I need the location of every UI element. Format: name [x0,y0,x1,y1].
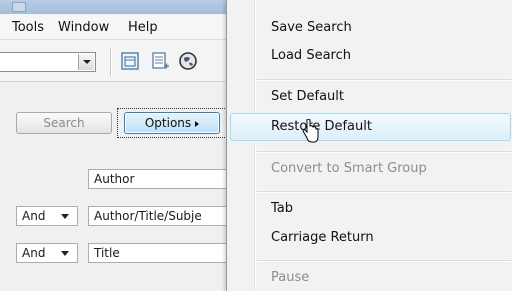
search-field-2[interactable]: Author/Title/Subje [88,206,248,226]
app-icon [12,2,26,12]
title-bar [0,0,240,14]
layout-icon[interactable] [120,51,140,71]
pointer-cursor-icon [302,119,319,143]
menu-help[interactable]: Help [128,20,158,35]
menu-window[interactable]: Window [58,20,109,35]
combo-arrow-icon[interactable] [78,54,94,70]
menu-icon-gutter [254,0,255,291]
library-combo[interactable] [0,52,96,72]
search-options-row: Search Options [0,108,240,138]
search-field-3[interactable]: Title [88,243,248,263]
menu-item-tab[interactable]: Tab [271,201,293,216]
options-button[interactable]: Options [124,112,220,134]
toolbar-separator [110,48,111,76]
boolean-value-2: And [22,209,46,223]
menu-item-convert-smart-group: Convert to Smart Group [271,161,427,176]
menu-separator [257,260,511,261]
menu-item-restore-default[interactable]: Restore Default [271,119,372,134]
app-window: Tools Window Help Search Options Author … [0,0,248,291]
menu-tools[interactable]: Tools [12,20,44,35]
menu-bar: Tools Window Help [0,14,240,40]
options-menu: Save Search Load Search Set Default Rest… [226,0,512,291]
globe-icon[interactable] [178,51,198,71]
search-button[interactable]: Search [16,112,112,134]
search-field-1[interactable]: Author [88,169,248,189]
menu-separator [257,151,511,152]
boolean-value-3: And [22,246,46,260]
document-list-icon[interactable] [150,51,170,71]
options-button-label: Options [144,116,192,130]
boolean-select-3[interactable]: And [16,243,78,263]
boolean-select-2[interactable]: And [16,206,78,226]
menu-item-pause: Pause [271,270,310,285]
menu-separator [257,79,511,80]
submenu-arrow-icon [195,120,200,127]
toolbar [0,40,240,82]
menu-item-carriage-return[interactable]: Carriage Return [271,230,374,245]
menu-item-save-search[interactable]: Save Search [271,20,352,35]
menu-separator [257,191,511,192]
menu-item-set-default[interactable]: Set Default [271,89,344,104]
menu-item-load-search[interactable]: Load Search [271,48,351,63]
